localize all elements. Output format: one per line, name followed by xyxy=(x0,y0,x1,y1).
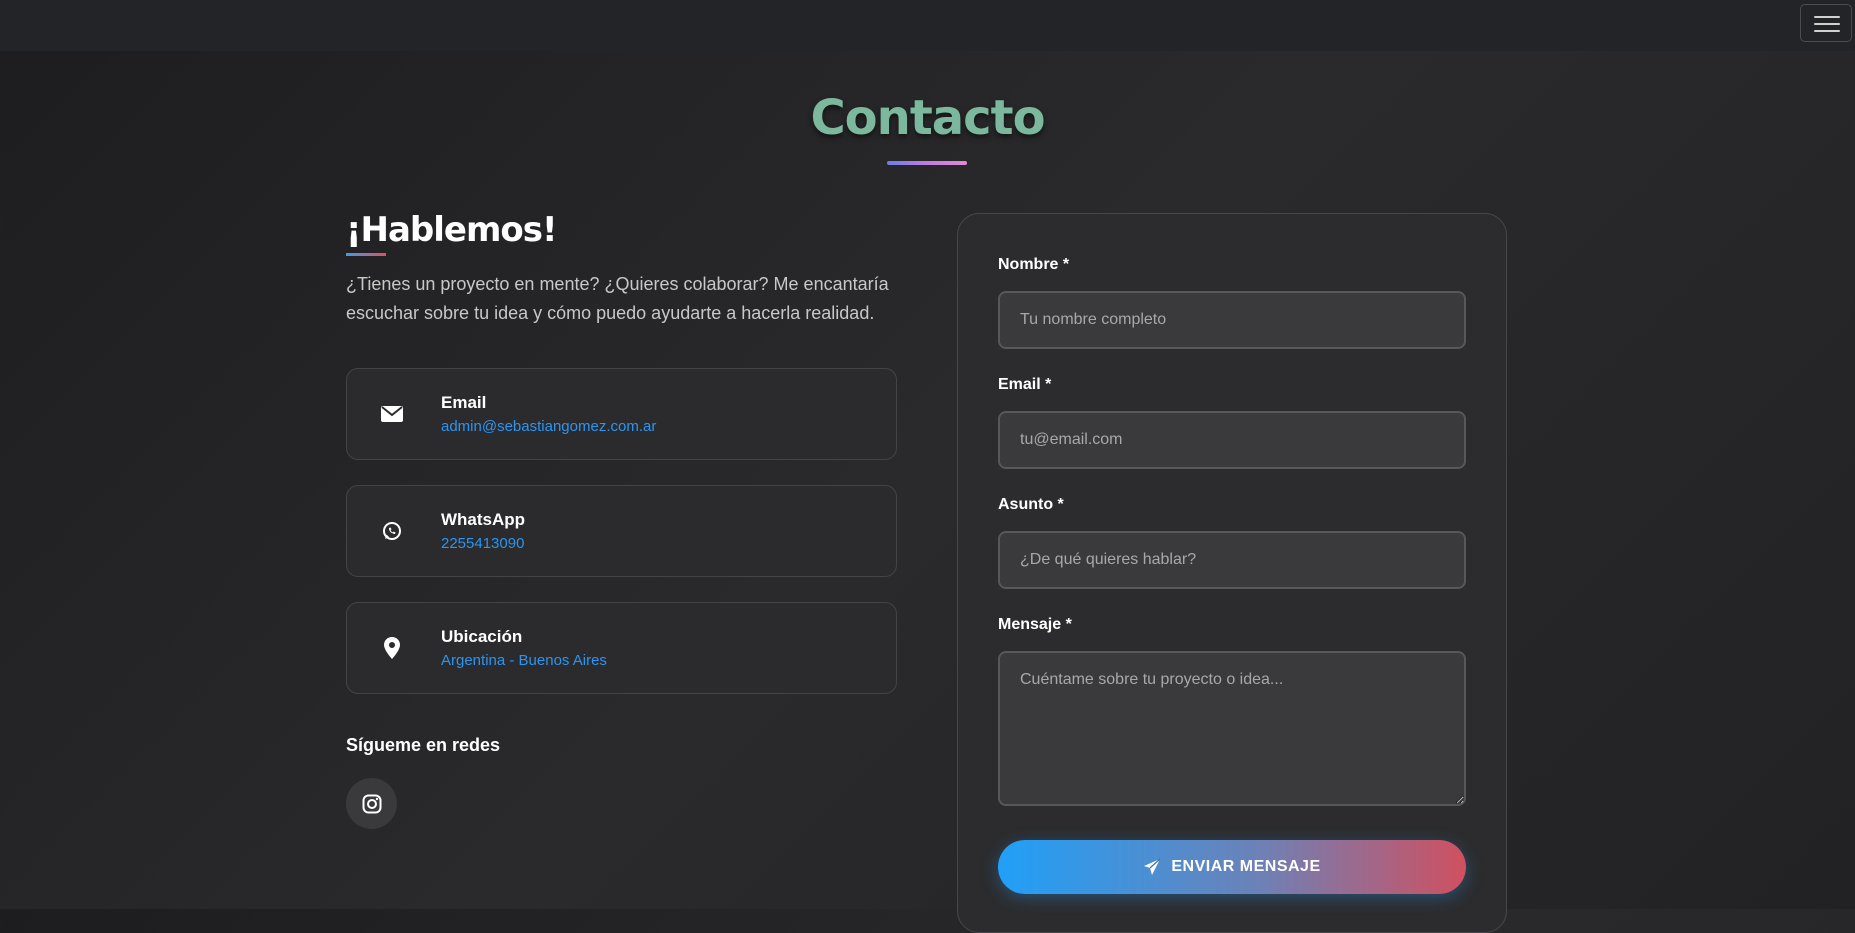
title-underline xyxy=(887,161,967,165)
instagram-icon xyxy=(362,794,381,813)
send-message-button[interactable]: ENVIAR MENSAJE xyxy=(998,840,1466,894)
subject-input[interactable] xyxy=(998,531,1466,589)
message-label: Mensaje * xyxy=(998,616,1072,633)
menu-toggle-button[interactable] xyxy=(1800,4,1852,42)
send-button-label: ENVIAR MENSAJE xyxy=(1171,858,1321,875)
envelope-icon xyxy=(379,401,405,427)
contact-form: Nombre * Email * Asunto * Mensaje * ENVI… xyxy=(957,213,1507,933)
intro-heading: ¡Hablemos! xyxy=(346,210,557,250)
email-link[interactable]: admin@sebastiangomez.com.ar xyxy=(441,418,656,435)
contact-card-label: Email xyxy=(441,393,487,412)
email-input[interactable] xyxy=(998,411,1466,469)
contact-card-location[interactable]: Ubicación Argentina - Buenos Aires xyxy=(346,602,897,694)
message-textarea[interactable] xyxy=(998,651,1466,806)
instagram-button[interactable] xyxy=(346,778,397,829)
contact-card-whatsapp[interactable]: WhatsApp 2255413090 xyxy=(346,485,897,577)
subject-label: Asunto * xyxy=(998,496,1064,513)
intro-text: ¿Tienes un proyecto en mente? ¿Quieres c… xyxy=(346,274,889,323)
contact-card-email[interactable]: Email admin@sebastiangomez.com.ar xyxy=(346,368,897,460)
social-title: Sígueme en redes xyxy=(346,735,501,755)
name-input[interactable] xyxy=(998,291,1466,349)
contact-card-label: Ubicación xyxy=(441,627,523,646)
top-navbar xyxy=(0,0,1855,51)
whatsapp-link[interactable]: 2255413090 xyxy=(441,535,524,552)
name-label: Nombre * xyxy=(998,256,1070,273)
whatsapp-icon xyxy=(379,518,405,544)
location-pin-icon xyxy=(379,635,405,661)
email-label: Email * xyxy=(998,376,1052,393)
hamburger-icon xyxy=(1814,16,1840,18)
contact-card-label: WhatsApp xyxy=(441,510,526,529)
intro-heading-underline xyxy=(346,253,386,256)
hamburger-line xyxy=(1814,30,1840,32)
page-title: Contacto xyxy=(810,90,1045,146)
paper-plane-icon xyxy=(1144,858,1161,875)
hamburger-line xyxy=(1814,23,1840,25)
location-link[interactable]: Argentina - Buenos Aires xyxy=(441,652,607,669)
